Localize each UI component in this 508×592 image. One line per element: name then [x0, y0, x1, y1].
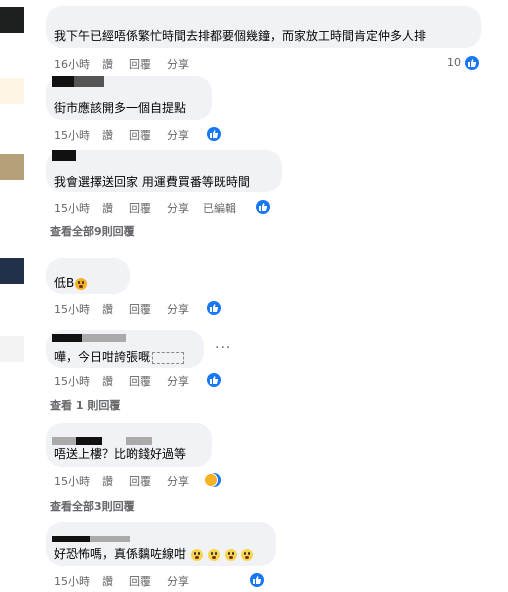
redacted-name [52, 76, 74, 87]
comment-text: 低B [54, 274, 88, 291]
comment-text: 街市應該開多一個自提點 [54, 101, 187, 115]
comment-time[interactable]: 15小時 [54, 373, 90, 389]
share-button[interactable]: 分享 [167, 573, 189, 589]
reply-button[interactable]: 回覆 [129, 56, 151, 72]
reaction-count[interactable]: 10 [447, 56, 479, 70]
redacted-name [126, 437, 152, 445]
view-replies-link[interactable]: 查看全部3則回覆 [50, 498, 135, 514]
edited-label[interactable]: 已編輯 [203, 200, 236, 216]
comment-bubble: 我會選擇送回家 用運費買番等既時間 [46, 150, 282, 192]
comment-time[interactable]: 15小時 [54, 200, 90, 216]
share-button[interactable]: 分享 [167, 373, 189, 389]
scream-emoji-icon [207, 548, 220, 561]
like-button[interactable]: 讚 [102, 373, 113, 389]
comment-text: 好恐怖嗎，真係黐咗線咁 [54, 545, 254, 562]
comment-time[interactable]: 15小時 [54, 127, 90, 143]
comment-bubble: 唔送上樓？比啲錢好過等 [46, 423, 212, 467]
avatar[interactable] [0, 78, 24, 104]
reply-button[interactable]: 回覆 [129, 373, 151, 389]
redacted-name [76, 437, 102, 445]
redacted-name [90, 536, 130, 542]
like-reaction-icon [464, 56, 479, 70]
comment-bubble: 好恐怖嗎，真係黐咗線咁 [46, 522, 276, 566]
reply-button[interactable]: 回覆 [129, 573, 151, 589]
like-button[interactable]: 讚 [102, 56, 113, 72]
laughing-emoji-icon [75, 277, 88, 290]
like-button[interactable]: 讚 [102, 127, 113, 143]
scream-emoji-icon [190, 548, 203, 561]
comment-text: 我會選擇送回家 用運費買番等既時間 [54, 175, 250, 189]
scream-emoji-icon [241, 548, 254, 561]
comment-text: 我下午已經唔係繁忙時間去排都要個幾鐘，而家放工時間肯定仲多人排 [54, 29, 427, 43]
comment-bubble: 嘩，今日咁誇張嘅 [46, 330, 204, 368]
redacted-name [52, 536, 90, 542]
comment-bubble: 街市應該開多一個自提點 [46, 76, 212, 120]
reply-button[interactable]: 回覆 [129, 301, 151, 317]
share-button[interactable]: 分享 [167, 473, 189, 489]
avatar[interactable] [0, 258, 24, 284]
comment-time[interactable]: 15小時 [54, 301, 90, 317]
like-button[interactable]: 讚 [102, 473, 113, 489]
redacted-name [52, 437, 76, 445]
comment-bubble: 我下午已經唔係繁忙時間去排都要個幾鐘，而家放工時間肯定仲多人排 [46, 6, 481, 48]
redacted-name [52, 334, 82, 342]
like-reaction-icon [207, 127, 221, 141]
share-button[interactable]: 分享 [167, 301, 189, 317]
avatar[interactable] [0, 336, 24, 362]
like-button[interactable]: 讚 [102, 573, 113, 589]
comment-time[interactable]: 15小時 [54, 473, 90, 489]
view-replies-link[interactable]: 查看全部9則回覆 [50, 223, 135, 239]
like-reaction-icon [256, 200, 270, 214]
avatar[interactable] [0, 7, 24, 33]
share-button[interactable]: 分享 [167, 127, 189, 143]
avatar[interactable] [0, 154, 24, 180]
reply-button[interactable]: 回覆 [129, 200, 151, 216]
like-reaction-icon [250, 573, 264, 587]
share-button[interactable]: 分享 [167, 56, 189, 72]
view-replies-link[interactable]: 查看 1 則回覆 [50, 397, 120, 413]
emoji-icon [152, 351, 185, 364]
sad-reaction-icon [204, 473, 218, 487]
like-reaction-icon [207, 373, 221, 387]
scream-emoji-icon [224, 548, 237, 561]
redacted-name [82, 334, 126, 342]
comment-time[interactable]: 16小時 [54, 56, 90, 72]
redacted-name [74, 76, 104, 87]
like-button[interactable]: 讚 [102, 200, 113, 216]
redacted-name [52, 150, 76, 161]
comment-text: 嘩，今日咁誇張嘅 [54, 348, 185, 365]
reply-button[interactable]: 回覆 [129, 473, 151, 489]
like-reaction-icon [207, 301, 221, 315]
reaction-number: 10 [447, 56, 461, 69]
comment-time[interactable]: 15小時 [54, 573, 90, 589]
like-button[interactable]: 讚 [102, 301, 113, 317]
reply-button[interactable]: 回覆 [129, 127, 151, 143]
more-options-icon[interactable]: ··· [215, 340, 231, 356]
comment-text: 唔送上樓？比啲錢好過等 [54, 447, 187, 461]
share-button[interactable]: 分享 [167, 200, 189, 216]
comment-bubble: 低B [46, 258, 130, 294]
